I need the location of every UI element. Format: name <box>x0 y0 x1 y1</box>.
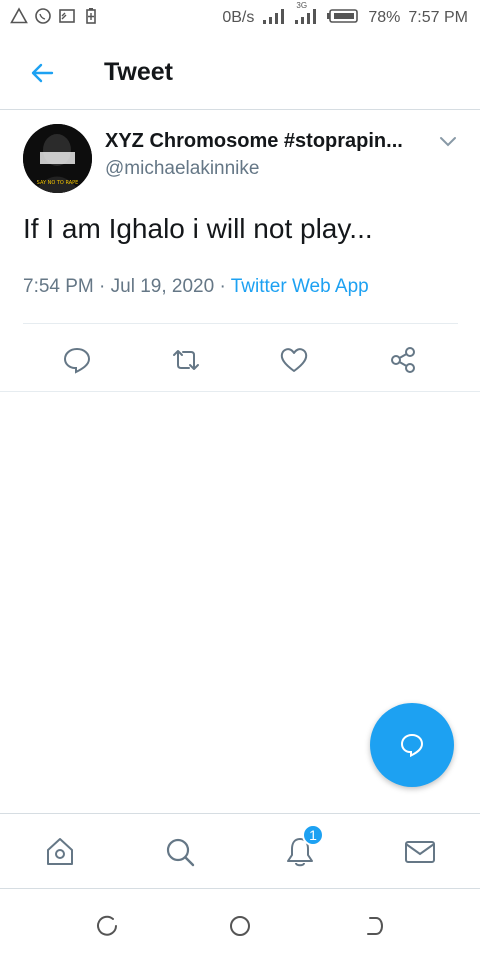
system-nav-bar <box>0 890 480 960</box>
compose-reply-button[interactable] <box>370 703 454 787</box>
reply-bubble-icon <box>400 733 424 758</box>
nav-messages[interactable] <box>400 832 440 872</box>
tweet-time: 7:54 PM <box>23 276 94 297</box>
author-name[interactable]: XYZ Chromosome #stoprapin... <box>105 130 403 153</box>
clock: 7:57 PM <box>408 9 468 26</box>
notifications-badge: 1 <box>302 824 324 846</box>
nav-search[interactable] <box>160 832 200 872</box>
retweet-button[interactable] <box>166 340 206 380</box>
chevron-down-icon <box>440 137 456 147</box>
divider <box>23 323 458 324</box>
home-system-button[interactable] <box>226 912 254 940</box>
whatsapp-icon <box>34 7 52 30</box>
heart-icon <box>280 348 308 372</box>
search-icon <box>166 838 195 867</box>
tweet-text: If I am Ighalo i will not play... <box>23 213 373 244</box>
battery-icon <box>326 7 360 30</box>
app-bar: Tweet <box>0 36 480 110</box>
circle-home-icon <box>230 916 250 936</box>
author-handle[interactable]: @michaelakinnike <box>105 158 259 180</box>
arrow-left-icon <box>31 63 54 82</box>
signal-icon <box>262 7 286 30</box>
page-title: Tweet <box>104 58 173 86</box>
tweet-actions <box>0 340 480 380</box>
battery-saver-icon <box>82 7 100 30</box>
bottom-nav: 1 <box>0 813 480 889</box>
recent-apps-icon <box>97 915 117 936</box>
meta-separator: · <box>99 276 106 297</box>
network-type: 3G <box>296 0 308 10</box>
tweet-detail: SAY NO TO RAPE XYZ Chromosome #stoprapin… <box>0 110 480 392</box>
avatar-caption: SAY NO TO RAPE <box>37 180 79 186</box>
status-bar: 0B/s 3G 78% 7:57 PM <box>0 0 480 36</box>
recent-apps-button[interactable] <box>94 912 122 940</box>
tweet-meta: 7:54 PM · Jul 19, 2020 · Twitter Web App <box>23 276 369 298</box>
mail-icon <box>405 841 435 863</box>
nav-home[interactable] <box>40 832 80 872</box>
nav-notifications[interactable]: 1 <box>280 824 324 872</box>
like-button[interactable] <box>274 340 314 380</box>
back-button[interactable] <box>20 51 64 95</box>
reply-button[interactable] <box>57 340 97 380</box>
battery-percent: 78% <box>368 9 401 26</box>
retweet-icon <box>173 350 199 370</box>
cast-icon <box>58 7 76 30</box>
signal-3g-icon: 3G <box>294 1 318 30</box>
back-system-button[interactable] <box>360 912 388 940</box>
home-icon <box>47 838 73 865</box>
tweet-source-link[interactable]: Twitter Web App <box>231 276 369 297</box>
meta-separator: · <box>219 276 226 297</box>
back-system-icon <box>367 917 384 935</box>
tweet-date: Jul 19, 2020 <box>110 276 215 297</box>
share-icon <box>391 347 415 373</box>
alert-icon <box>10 6 28 30</box>
net-speed: 0B/s <box>222 9 255 26</box>
share-button[interactable] <box>383 340 423 380</box>
avatar[interactable]: SAY NO TO RAPE <box>23 124 92 193</box>
reply-icon <box>63 347 91 374</box>
tweet-menu-button[interactable] <box>434 128 462 156</box>
